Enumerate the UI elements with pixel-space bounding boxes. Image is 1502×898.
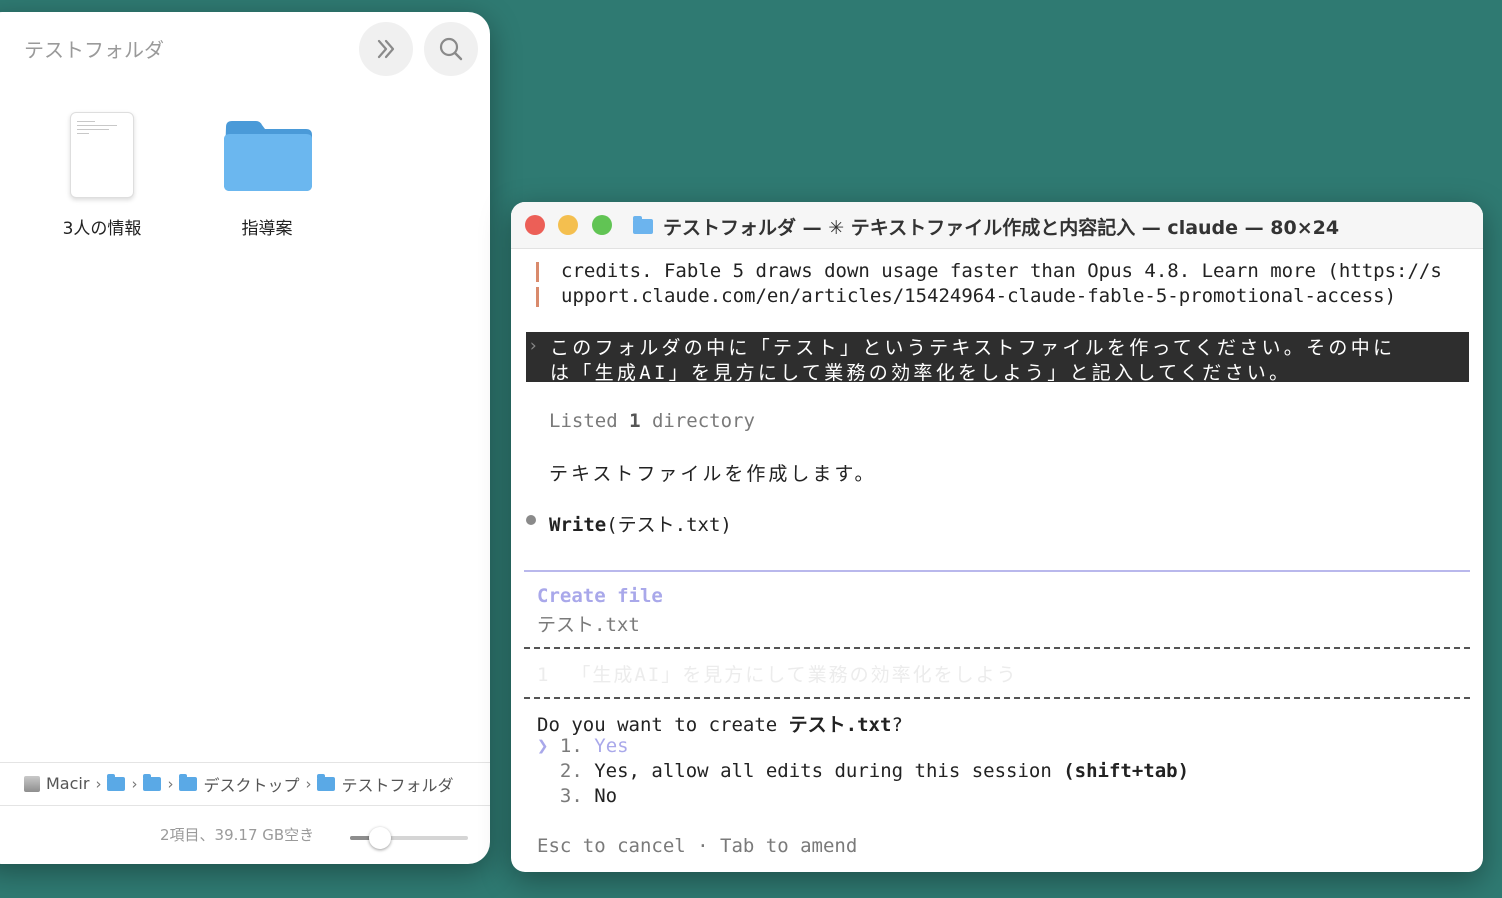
assistant-reply: テキストファイルを作成します。	[549, 463, 877, 485]
more-toolbar-button[interactable]	[359, 22, 413, 76]
status-bar: 2項目、39.17 GB空き	[0, 805, 490, 864]
zoom-button[interactable]	[592, 215, 612, 235]
chevron-right-icon: ›	[167, 774, 174, 793]
tool-name: Write	[549, 514, 607, 536]
notice-bar	[536, 262, 539, 282]
chevron-right-icon: ›	[305, 774, 312, 793]
minimize-button[interactable]	[558, 215, 578, 235]
preview-text: 「生成AI」を見方にして業務の効率化をしよう	[571, 664, 1018, 686]
listed-directory-text: Listed 1 directory	[549, 410, 755, 432]
listed-count: 1	[629, 410, 641, 432]
prompt-line: は「生成AI」を見方にして業務の効率化をしよう」と記入してください。	[550, 362, 1292, 384]
folder-icon	[179, 773, 198, 791]
chevron-right-icon: ›	[131, 774, 138, 793]
tool-call: Write(テスト.txt)	[549, 510, 732, 537]
folder-label: 指導案	[241, 219, 293, 239]
option-label: No	[594, 785, 618, 807]
dashed-divider	[524, 647, 1470, 649]
icon-size-slider[interactable]	[350, 827, 468, 849]
folder-icon	[143, 773, 162, 791]
prompt-caret: ›	[528, 336, 539, 356]
notice-bar	[536, 287, 539, 307]
folder-icon	[107, 773, 126, 791]
status-text: 2項目、39.17 GB空き	[160, 826, 315, 844]
option-hint: (shift+tab)	[1063, 760, 1190, 782]
option-label: Yes	[594, 735, 629, 757]
question-filename: テスト.txt	[788, 714, 892, 736]
hard-disk-icon	[24, 775, 40, 792]
status-bullet	[526, 515, 536, 525]
folder-icon	[224, 121, 312, 191]
chevron-double-right-icon	[377, 39, 395, 59]
terminal-title-text: テストフォルダ — ✳ テキストファイル作成と内容記入 — claude — 8…	[663, 217, 1340, 239]
create-file-heading: Create file	[537, 585, 663, 607]
terminal-titlebar: テストフォルダ — ✳ テキストファイル作成と内容記入 — claude — 8…	[511, 202, 1483, 249]
search-icon	[439, 37, 463, 61]
folder-item-shidoan[interactable]: 指導案	[207, 112, 327, 242]
terminal-title: テストフォルダ — ✳ テキストファイル作成と内容記入 — claude — 8…	[633, 213, 1339, 240]
prompt-line: このフォルダの中に「テスト」というテキストファイルを作ってください。その中に	[550, 337, 1396, 359]
path-label: Macir	[46, 774, 90, 793]
notice-line: credits. Fable 5 draws down usage faster…	[561, 260, 1442, 282]
tool-args: (テスト.txt)	[606, 514, 732, 536]
path-item-desktop[interactable]: デスクトップ	[179, 772, 299, 796]
selector-caret: ❯	[537, 735, 549, 757]
close-button[interactable]	[525, 215, 545, 235]
folder-icon	[317, 773, 336, 791]
dashed-divider	[524, 697, 1470, 699]
file-item-3nin[interactable]: 3人の情報	[42, 112, 162, 242]
folder-icon	[633, 216, 653, 234]
path-item-user[interactable]	[107, 773, 126, 791]
option-label: Yes, allow all edits during this session	[594, 760, 1064, 782]
option-number: 1.	[559, 735, 583, 757]
option-yes[interactable]: ❯ 1. Yes	[537, 735, 629, 757]
finder-window: テストフォルダ 3人の情報 指導案 Macir › › › デスクトップ › テ…	[0, 12, 490, 864]
question-prefix: Do you want to create	[537, 714, 789, 736]
slider-knob[interactable]	[368, 827, 391, 849]
path-item-home[interactable]	[143, 773, 162, 791]
option-yes-allow-all[interactable]: 2. Yes, allow all edits during this sess…	[537, 760, 1189, 782]
text-document-icon	[70, 112, 134, 198]
path-bar: Macir › › › デスクトップ › テストフォルダ	[0, 762, 490, 804]
user-prompt-block: › このフォルダの中に「テスト」というテキストファイルを作ってください。その中に…	[526, 332, 1469, 384]
file-label: 3人の情報	[62, 219, 142, 239]
listed-suffix: directory	[640, 410, 755, 432]
chevron-right-icon: ›	[95, 774, 102, 793]
option-number: 3.	[559, 785, 583, 807]
finder-title: テストフォルダ	[24, 38, 164, 62]
question-suffix: ?	[891, 714, 903, 736]
footer-hint: Esc to cancel · Tab to amend	[537, 835, 858, 857]
notice-line: upport.claude.com/en/articles/15424964-c…	[561, 285, 1397, 307]
option-no[interactable]: 3. No	[537, 785, 617, 807]
search-button[interactable]	[424, 22, 478, 76]
path-label: デスクトップ	[203, 775, 300, 795]
terminal-window: テストフォルダ — ✳ テキストファイル作成と内容記入 — claude — 8…	[511, 202, 1483, 872]
listed-prefix: Listed	[549, 410, 630, 432]
divider	[524, 570, 1470, 572]
path-item-disk[interactable]: Macir	[24, 774, 89, 793]
option-number: 2.	[559, 760, 583, 782]
confirm-question: Do you want to create テスト.txt?	[537, 710, 903, 737]
preview-line-number: 1	[537, 664, 549, 686]
file-preview-line: 1 「生成AI」を見方にして業務の効率化をしよう	[537, 660, 1018, 687]
path-label: テストフォルダ	[341, 775, 454, 795]
path-item-test-folder[interactable]: テストフォルダ	[317, 772, 453, 796]
create-file-name: テスト.txt	[537, 614, 640, 636]
